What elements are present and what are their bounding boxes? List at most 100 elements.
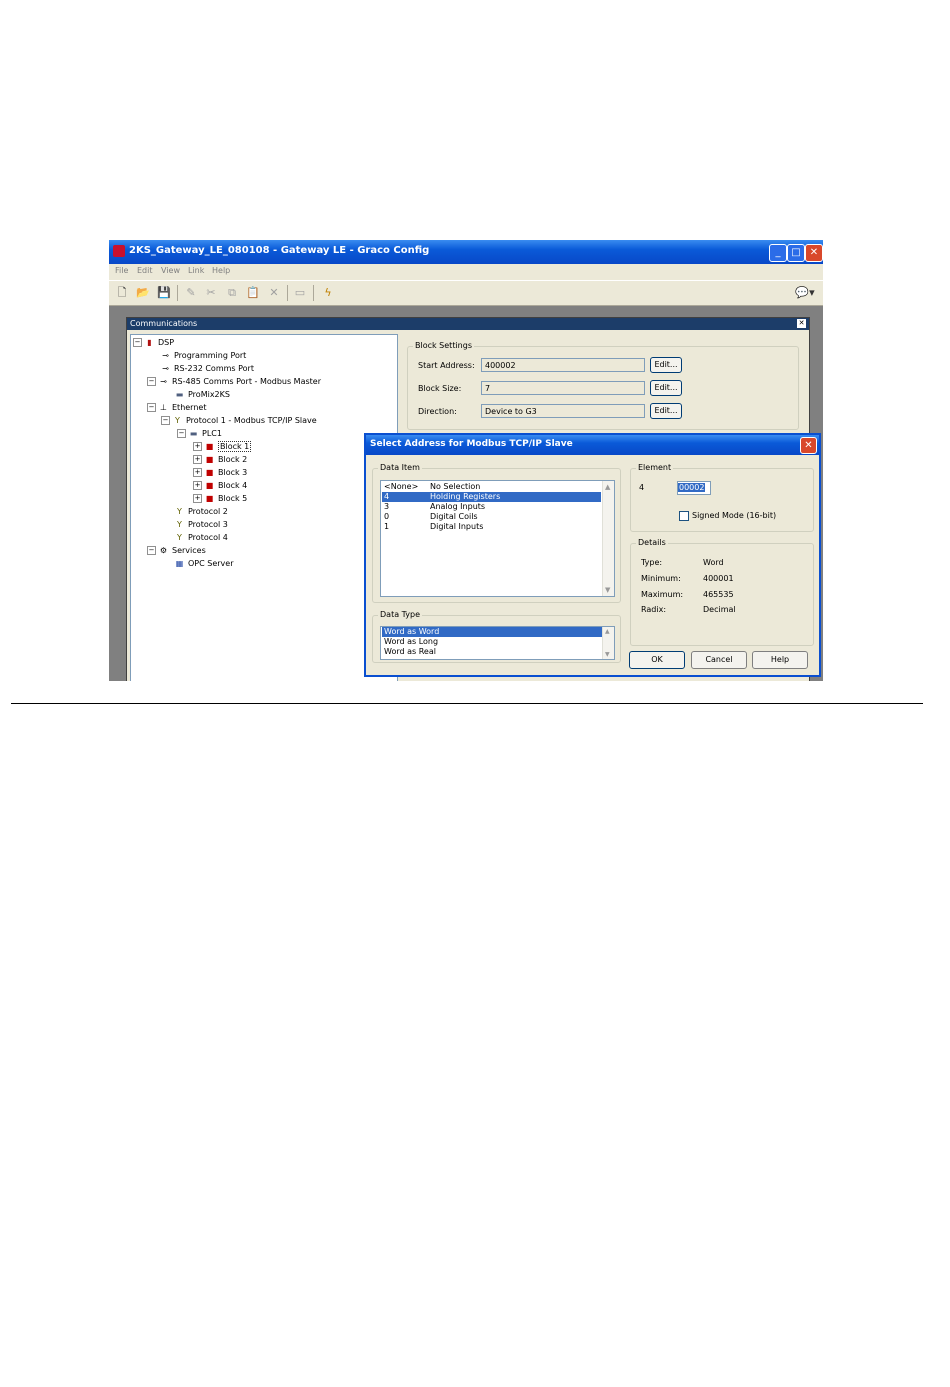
- device-icon: ▬: [189, 429, 198, 438]
- expand-icon[interactable]: +: [193, 481, 202, 490]
- data-type-group: Data Type Word as Word Word as Long Word…: [372, 610, 621, 663]
- list-item-selected[interactable]: 4 Holding Registers: [382, 492, 601, 502]
- detail-key: Type:: [641, 558, 663, 567]
- tree-node-promix2ks[interactable]: ▬ ProMix2KS: [175, 389, 230, 401]
- expand-icon[interactable]: +: [193, 494, 202, 503]
- port-icon: ⊸: [162, 351, 169, 360]
- cancel-button[interactable]: Cancel: [691, 651, 747, 669]
- copy-icon[interactable]: ⧉: [224, 285, 240, 301]
- communications-tree[interactable]: − ▮ DSP ⊸ Programming Port ⊸ RS-232 Comms Po…: [130, 334, 398, 681]
- tree-node-protocol-1[interactable]: − Y Protocol 1 - Modbus TCP/IP Slave: [161, 415, 317, 427]
- tree-node-dsp[interactable]: − ▮ DSP: [133, 337, 174, 349]
- cut-icon[interactable]: ✂: [203, 285, 219, 301]
- app-title: 2KS_Gateway_LE_080108 - Gateway LE - Gra…: [129, 245, 430, 256]
- tree-node-block-3[interactable]: + ■ Block 3: [193, 467, 247, 479]
- collapse-icon[interactable]: −: [147, 377, 156, 386]
- gears-icon: ⚙: [159, 546, 168, 555]
- data-item-list[interactable]: <None> No Selection 4 Holding Registers …: [380, 480, 615, 597]
- maximize-button[interactable]: □: [787, 244, 805, 262]
- element-input[interactable]: 00002: [677, 481, 711, 495]
- frame-icon[interactable]: ▭: [292, 285, 308, 301]
- expand-icon[interactable]: +: [193, 442, 202, 451]
- element-prefix: 4: [639, 483, 645, 492]
- close-button[interactable]: ✕: [805, 244, 823, 262]
- signed-mode-label: Signed Mode (16-bit): [692, 511, 777, 520]
- detail-value: Word: [703, 558, 724, 567]
- collapse-icon[interactable]: −: [147, 403, 156, 412]
- block-icon: ■: [205, 481, 214, 490]
- direction-label: Direction:: [418, 407, 457, 416]
- list-item[interactable]: Word as Real: [382, 647, 603, 657]
- data-type-list[interactable]: Word as Word Word as Long Word as Real ▲…: [380, 626, 615, 660]
- list-item[interactable]: Word as Long: [382, 637, 603, 647]
- tree-node-protocol-4[interactable]: Y Protocol 4: [175, 532, 228, 544]
- menu-bar: File Edit View Link Help: [109, 264, 823, 280]
- paste-icon[interactable]: 📋: [245, 285, 261, 301]
- menu-link[interactable]: Link: [188, 266, 204, 275]
- tree-node-programming-port[interactable]: ⊸ Programming Port: [161, 350, 246, 362]
- help-button[interactable]: Help: [752, 651, 808, 669]
- tree-node-opc-server[interactable]: ▦ OPC Server: [175, 558, 234, 570]
- tree-node-protocol-2[interactable]: Y Protocol 2: [175, 506, 228, 518]
- tree-node-block-1[interactable]: + ■ Block 1: [193, 441, 252, 453]
- dialog-close-button[interactable]: ✕: [800, 437, 817, 454]
- open-icon[interactable]: 📂: [135, 285, 151, 301]
- communications-close-button[interactable]: ✕: [797, 319, 806, 328]
- chat-icon[interactable]: 💬▾: [793, 285, 817, 301]
- collapse-icon[interactable]: −: [177, 429, 186, 438]
- scroll-up-icon[interactable]: ▲: [605, 628, 610, 635]
- tree-node-block-4[interactable]: + ■ Block 4: [193, 480, 247, 492]
- direction-edit-button[interactable]: Edit...: [650, 403, 682, 419]
- communications-title: Communications: [130, 319, 198, 328]
- block-size-edit-button[interactable]: Edit...: [650, 380, 682, 396]
- tree-node-plc1[interactable]: − ▬ PLC1: [177, 428, 222, 440]
- detail-value: 400001: [703, 574, 734, 583]
- start-address-edit-button[interactable]: Edit...: [650, 357, 682, 373]
- tree-node-block-5[interactable]: + ■ Block 5: [193, 493, 247, 505]
- tree-node-services[interactable]: − ⚙ Services: [147, 545, 206, 557]
- details-group: Details Type: Word Minimum: 400001 Maxim…: [630, 538, 814, 646]
- list-item[interactable]: 1 Digital Inputs: [382, 522, 601, 532]
- communications-title-bar: Communications ✕: [127, 318, 809, 330]
- save-icon[interactable]: 💾: [156, 285, 172, 301]
- ok-button[interactable]: OK: [629, 651, 685, 669]
- scroll-down-icon[interactable]: ▼: [605, 651, 610, 658]
- lightning-icon[interactable]: ϟ: [320, 285, 336, 301]
- tree-node-block-2[interactable]: + ■ Block 2: [193, 454, 247, 466]
- dialog-title-bar: Select Address for Modbus TCP/IP Slave ✕: [366, 435, 819, 455]
- tree-node-ethernet[interactable]: − ⊥ Ethernet: [147, 402, 206, 414]
- list-item[interactable]: <None> No Selection: [382, 482, 601, 492]
- delete-icon[interactable]: ✕: [266, 285, 282, 301]
- protocol-icon: Y: [177, 533, 182, 542]
- menu-edit[interactable]: Edit: [137, 266, 153, 275]
- data-item-label: Data Item: [378, 463, 422, 472]
- minimize-button[interactable]: _: [769, 244, 787, 262]
- expand-icon[interactable]: +: [193, 455, 202, 464]
- data-type-scrollbar[interactable]: ▲ ▼: [602, 627, 614, 659]
- scroll-down-icon[interactable]: ▼: [605, 586, 610, 594]
- block-icon: ■: [205, 455, 214, 464]
- menu-view[interactable]: View: [161, 266, 180, 275]
- new-icon[interactable]: 🗋: [114, 285, 130, 301]
- signed-mode-checkbox[interactable]: [679, 511, 689, 521]
- expand-icon[interactable]: +: [193, 468, 202, 477]
- server-icon: ▦: [175, 559, 184, 568]
- tree-node-rs485[interactable]: − ⊸ RS-485 Comms Port - Modbus Master: [147, 376, 321, 388]
- data-item-scrollbar[interactable]: ▲ ▼: [602, 481, 614, 596]
- list-item[interactable]: 0 Digital Coils: [382, 512, 601, 522]
- tree-node-protocol-3[interactable]: Y Protocol 3: [175, 519, 228, 531]
- scroll-up-icon[interactable]: ▲: [605, 483, 610, 491]
- toolbar-separator: [287, 285, 288, 301]
- list-item[interactable]: 3 Analog Inputs: [382, 502, 601, 512]
- list-item-selected[interactable]: Word as Word: [382, 627, 603, 637]
- collapse-icon[interactable]: −: [147, 546, 156, 555]
- block-icon: ■: [205, 468, 214, 477]
- menu-help[interactable]: Help: [212, 266, 230, 275]
- pen-icon[interactable]: ✎: [183, 285, 199, 301]
- block-icon: ■: [205, 494, 214, 503]
- collapse-icon[interactable]: −: [161, 416, 170, 425]
- tree-node-rs232[interactable]: ⊸ RS-232 Comms Port: [161, 363, 254, 375]
- collapse-icon[interactable]: −: [133, 338, 142, 347]
- detail-value: 465535: [703, 590, 734, 599]
- menu-file[interactable]: File: [115, 266, 128, 275]
